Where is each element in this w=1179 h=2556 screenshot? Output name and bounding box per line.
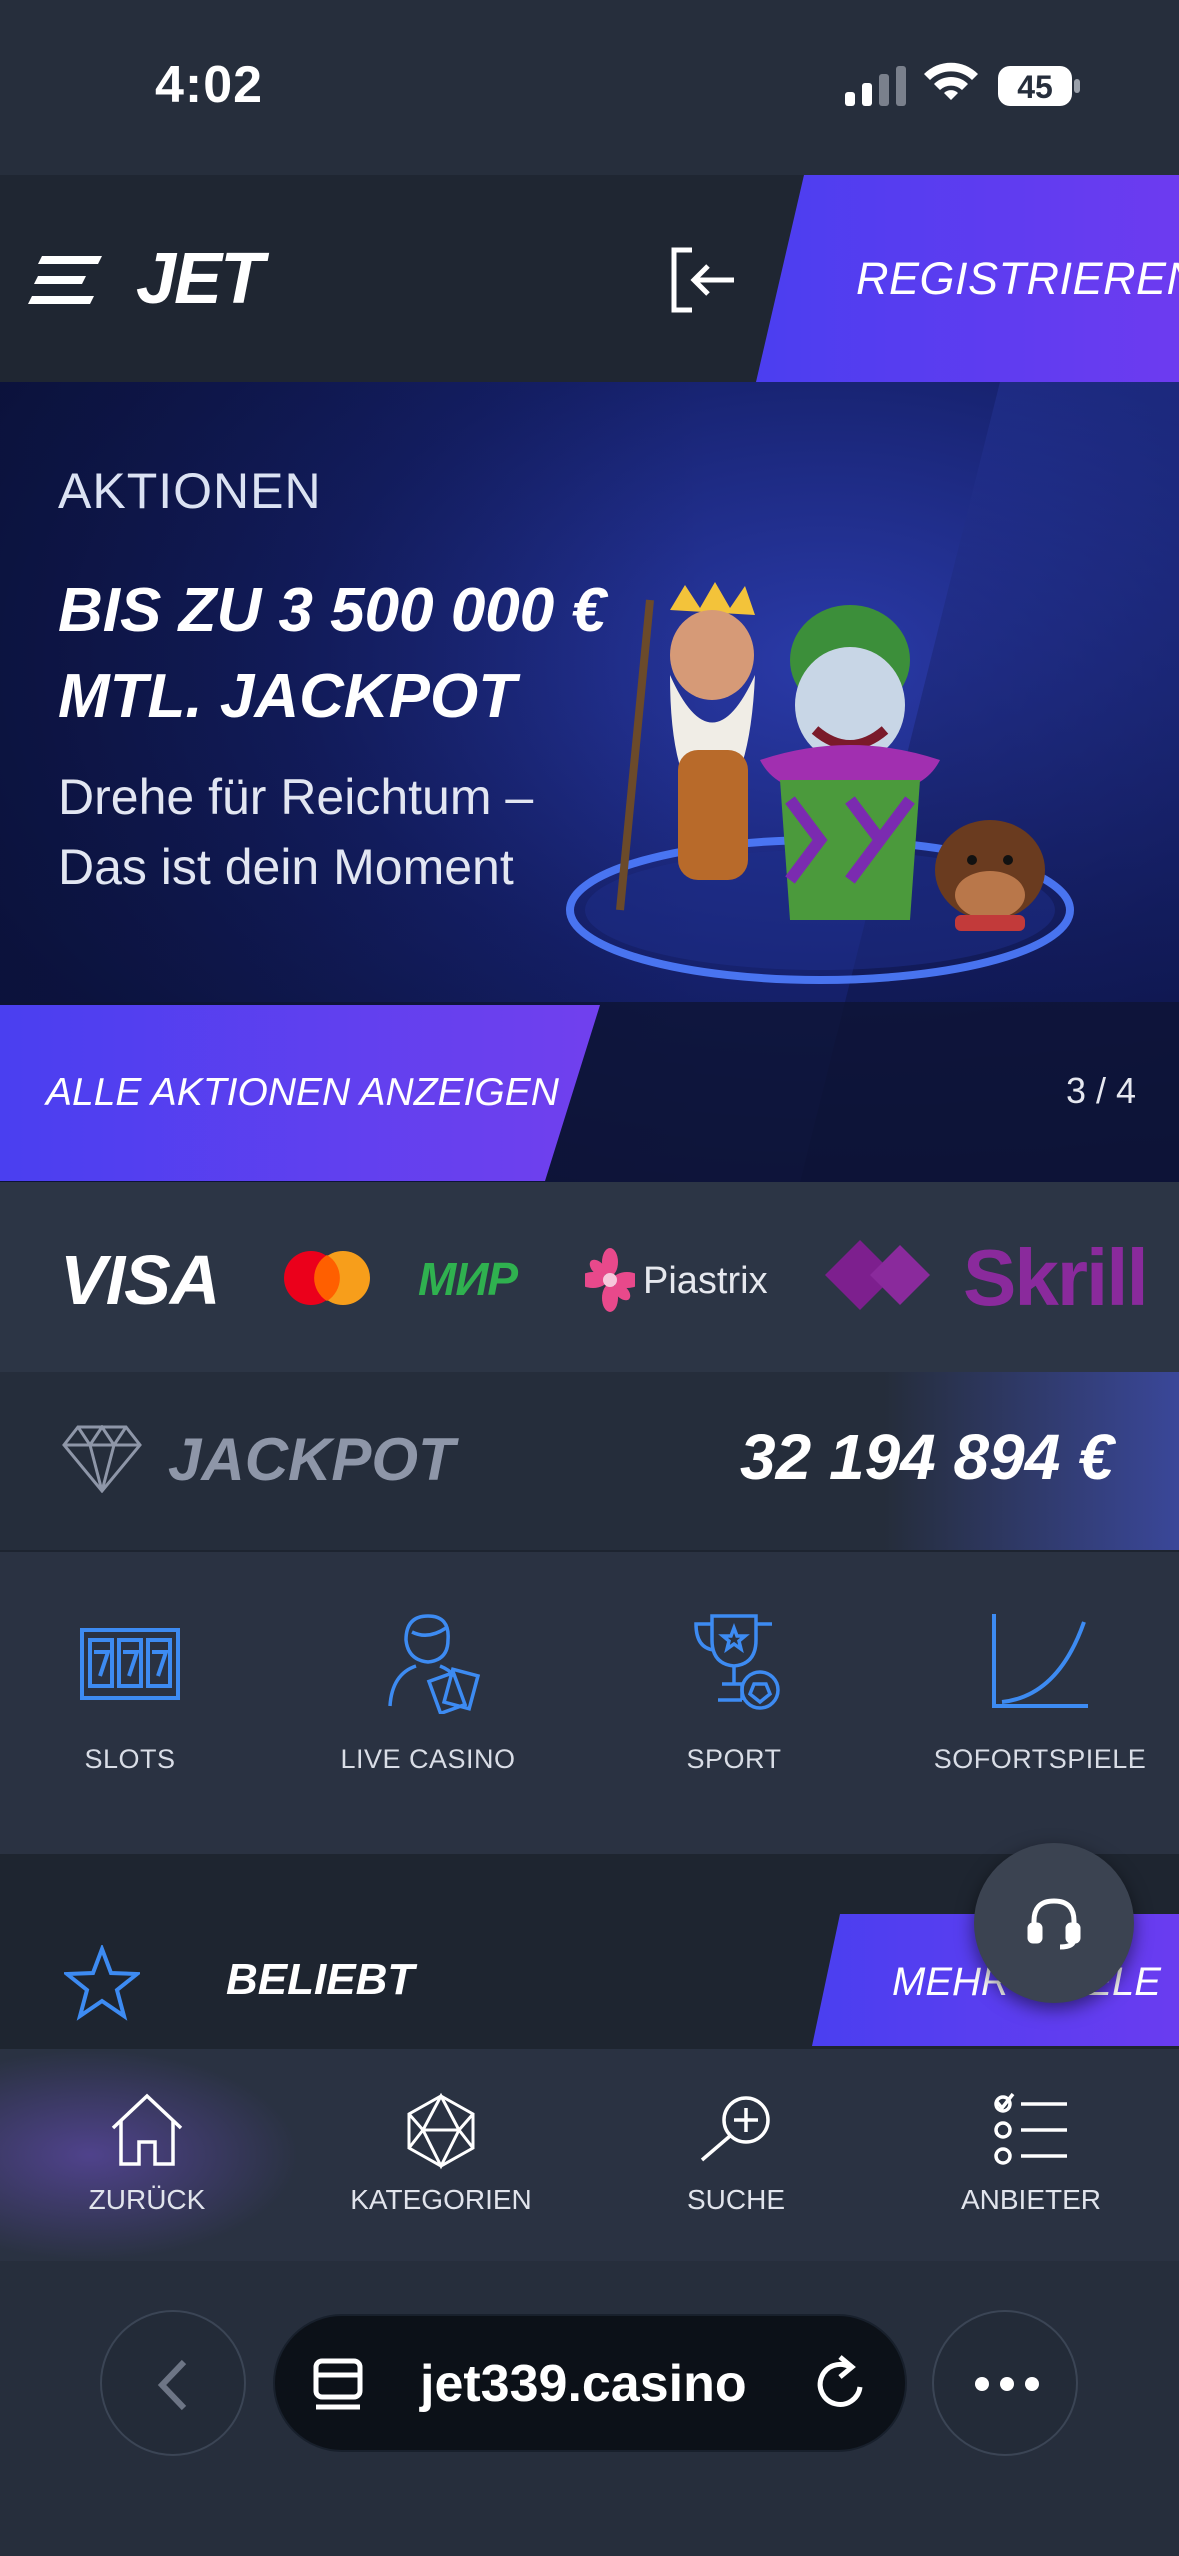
crash-curve-icon [992, 1614, 1088, 1708]
trophy-ball-icon [694, 1614, 780, 1710]
nav-search-label: SUCHE [686, 2184, 785, 2215]
login-icon[interactable] [662, 240, 742, 320]
piastrix-text: Piastrix [643, 1260, 768, 1302]
home-icon [111, 2093, 183, 2166]
category-instant-games-label: SOFORTSPIELE [933, 1744, 1147, 1774]
headset-icon [1027, 1898, 1081, 1950]
browser-back-button[interactable] [100, 2310, 246, 2456]
skrill-logo: Skrill [825, 1228, 1155, 1323]
nav-providers[interactable]: ANBIETER [916, 2090, 1146, 2216]
banner-kicker: AKTIONEN [58, 463, 322, 519]
search-plus-icon [700, 2096, 770, 2162]
ellipsis-icon [975, 2377, 1039, 2391]
category-slots-label: SLOTS [84, 1744, 176, 1774]
nav-providers-label: ANBIETER [960, 2184, 1102, 2215]
banner-characters-illustration [566, 582, 1074, 984]
category-slots[interactable]: SLOTS [10, 1610, 250, 1775]
skrill-text: Skrill [963, 1233, 1149, 1322]
diamond-icon [62, 1425, 142, 1493]
slots-777-icon [80, 1628, 180, 1700]
address-url[interactable]: jet339.casino [420, 2354, 747, 2414]
mir-logo: МИР [418, 1253, 518, 1305]
popular-label: BELIEBT [226, 1955, 415, 2004]
visa-logo: VISA [60, 1241, 220, 1319]
battery-icon: 45 [998, 66, 1080, 106]
all-promotions-button[interactable]: ALLE AKTIONEN ANZEIGEN [0, 1005, 600, 1181]
status-time: 4:02 [155, 56, 264, 114]
support-chat-button[interactable] [974, 1843, 1134, 2003]
piastrix-flower-icon [585, 1248, 635, 1312]
nav-back-label: ZURÜCK [88, 2184, 206, 2215]
category-sport[interactable]: SPORT [614, 1610, 854, 1775]
banner-pager: 3 / 4 [1066, 1070, 1137, 1111]
live-dealer-icon [388, 1614, 480, 1714]
jet-logo[interactable]: JET [136, 238, 264, 320]
category-live-casino[interactable]: LIVE CASINO [308, 1610, 548, 1775]
nav-search[interactable]: SUCHE [621, 2090, 851, 2216]
wifi-icon [924, 62, 978, 100]
battery-level: 45 [1017, 69, 1053, 105]
nav-categories[interactable]: KATEGORIEN [326, 2090, 556, 2216]
star-icon [64, 1945, 140, 2021]
category-sport-label: SPORT [686, 1744, 782, 1774]
cellular-signal-icon [845, 66, 906, 106]
menu-icon[interactable] [28, 252, 104, 308]
jackpot-value: 32 194 894 € [740, 1421, 1114, 1493]
chevron-left-icon [157, 2359, 187, 2411]
browser-more-button[interactable] [932, 2310, 1078, 2456]
register-button[interactable]: REGISTRIEREN [756, 175, 1179, 382]
reload-icon[interactable] [810, 2353, 872, 2415]
list-check-icon [994, 2092, 1067, 2165]
piastrix-logo: Piastrix [585, 1240, 785, 1320]
reader-tabs-icon[interactable] [310, 2355, 370, 2415]
jackpot-label: JACKPOT [168, 1426, 455, 1493]
all-promotions-label: ALLE AKTIONEN ANZEIGEN [46, 1071, 559, 1114]
mastercard-logo [284, 1251, 370, 1305]
category-live-casino-label: LIVE CASINO [340, 1744, 516, 1774]
category-instant-games[interactable]: SOFORTSPIELE [920, 1610, 1160, 1775]
dice-icon [407, 2092, 475, 2170]
register-label: REGISTRIEREN [856, 253, 1179, 304]
skrill-diamonds-icon [825, 1240, 930, 1310]
nav-categories-label: KATEGORIEN [350, 2184, 532, 2215]
nav-back[interactable]: ZURÜCK [32, 2090, 262, 2216]
